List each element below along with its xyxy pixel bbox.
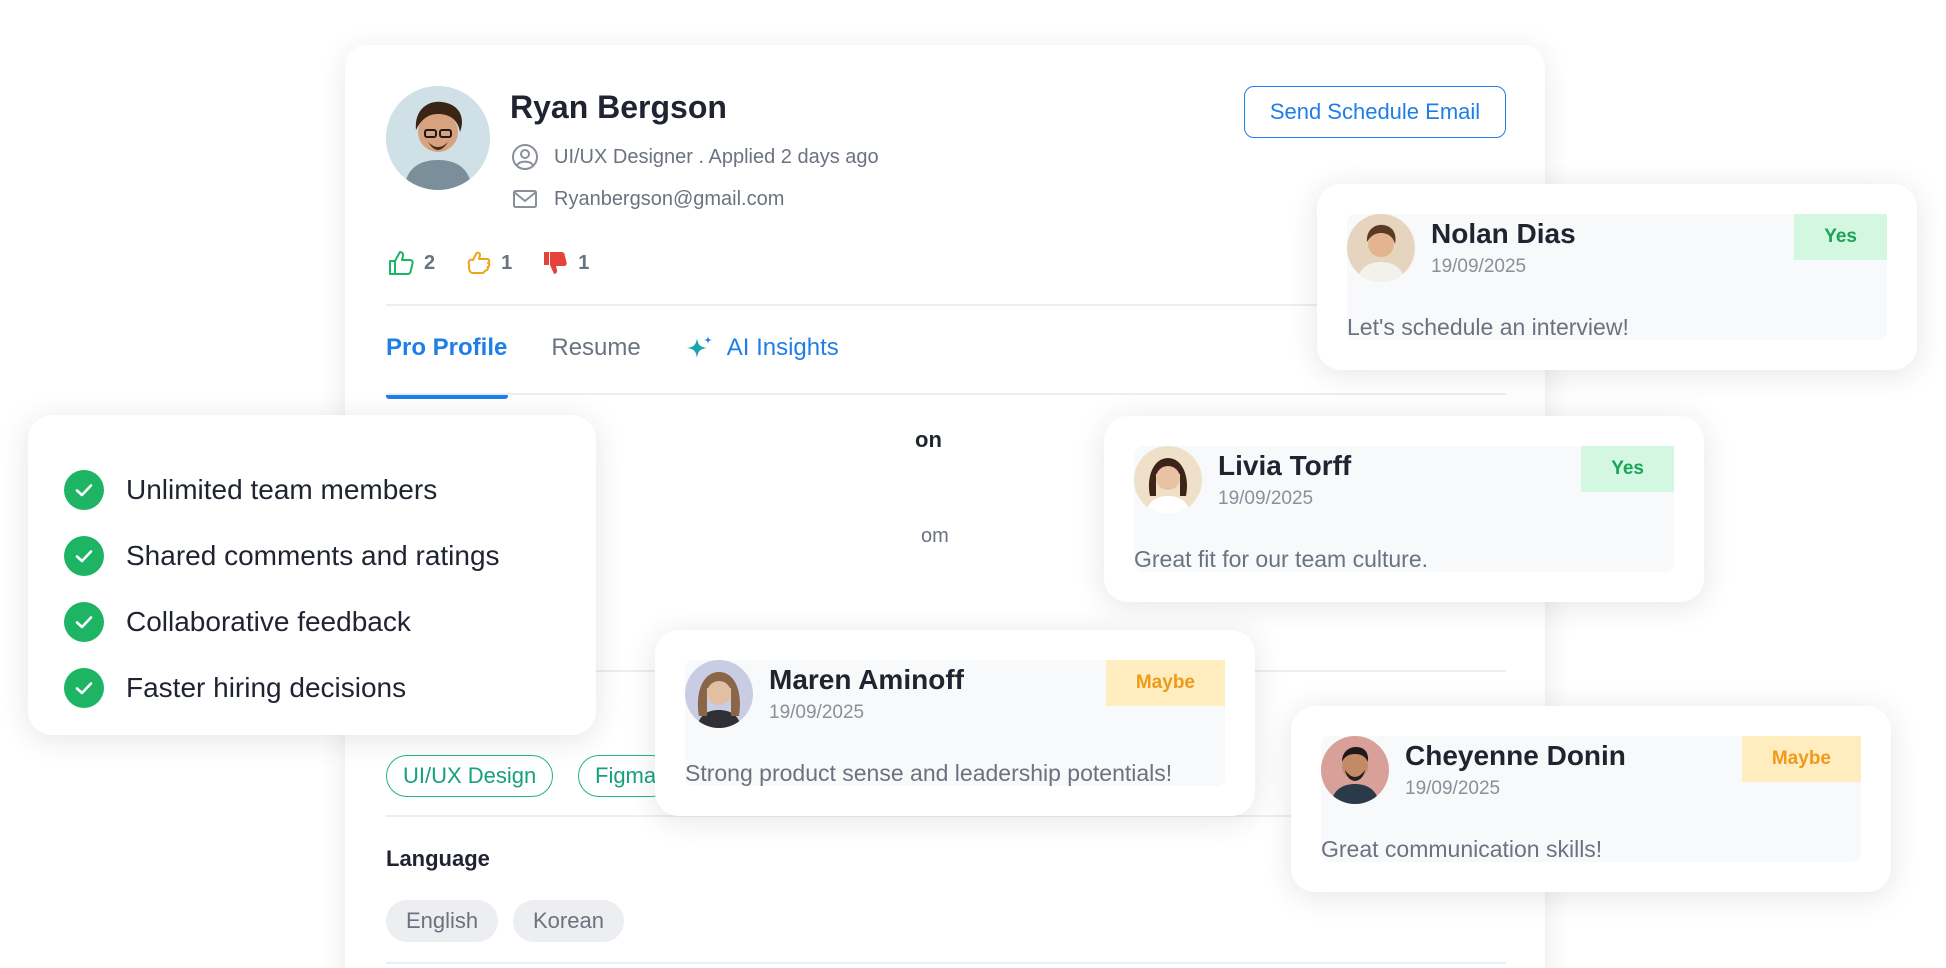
feedback-content: Cheyenne Donin 19/09/2025 Maybe Great co… [1321,736,1861,862]
status-badge: Maybe [1105,660,1225,706]
check-circle-icon [64,470,104,510]
candidate-name: Ryan Bergson [510,89,727,125]
reviewer-name: Maren Aminoff [769,664,964,695]
feedback-card: Nolan Dias 19/09/2025 Yes Let's schedule… [1317,184,1917,370]
feature-label: Faster hiring decisions [126,672,407,703]
sparkle-icon [686,336,712,358]
thumbs-down-vote[interactable]: 1 [540,248,589,278]
send-schedule-email-button[interactable]: Send Schedule Email [1244,86,1506,138]
feedback-content: Nolan Dias 19/09/2025 Yes Let's schedule… [1347,214,1887,340]
status-badge: Yes [1581,446,1674,492]
feature-item: Faster hiring decisions [64,655,560,721]
feature-item: Collaborative feedback [64,589,560,655]
language-divider [386,962,1506,964]
review-comment: Let's schedule an interview! [1347,314,1629,340]
review-date: 19/09/2025 [769,702,865,723]
feature-item: Shared comments and ratings [64,523,560,589]
reviewer-name: Cheyenne Donin [1405,740,1626,771]
feedback-content: Maren Aminoff 19/09/2025 Maybe Strong pr… [685,660,1225,786]
reviewer-name: Livia Torff [1218,450,1352,481]
tab-ai-insights[interactable]: AI Insights [685,333,839,363]
thumbs-up-count: 2 [424,251,436,274]
reviewer-name: Nolan Dias [1431,218,1576,249]
candidate-role-row: UI/UX Designer . Applied 2 days ago [510,142,879,172]
review-date: 19/09/2025 [1405,778,1501,799]
candidate-email[interactable]: Ryanbergson@gmail.com [554,188,784,211]
reviewer-avatar [1134,446,1202,514]
status-badge: Maybe [1741,736,1861,782]
feedback-card: Maren Aminoff 19/09/2025 Maybe Strong pr… [655,630,1255,816]
vote-summary: 2 1 1 [386,248,589,278]
candidate-role: UI/UX Designer . Applied 2 days ago [554,145,879,168]
thumbs-up-icon [389,251,414,275]
ai-insights-label: AI Insights [726,334,839,361]
reviewer-avatar [685,660,753,728]
thumbs-down-count: 1 [578,251,590,274]
contact-email-partial: om [921,525,949,547]
feedback-content: Livia Torff 19/09/2025 Yes Great fit for… [1134,446,1674,572]
mail-icon [513,190,537,208]
tab-resume[interactable]: Resume [551,334,640,362]
review-date: 19/09/2025 [1218,488,1314,509]
check-circle-icon [64,536,104,576]
feedback-card: Livia Torff 19/09/2025 Yes Great fit for… [1104,416,1704,602]
check-circle-icon [64,602,104,642]
candidate-email-row: Ryanbergson@gmail.com [510,184,784,214]
maybe-vote[interactable]: 1 [463,248,512,278]
maybe-count: 1 [501,251,513,274]
status-badge: Yes [1794,214,1887,260]
review-date: 19/09/2025 [1431,256,1527,277]
tabs-divider [386,393,1506,395]
feedback-card: Cheyenne Donin 19/09/2025 Maybe Great co… [1291,706,1891,892]
reviewer-avatar [1347,214,1415,282]
feature-label: Shared comments and ratings [126,540,500,571]
review-comment: Great communication skills! [1321,836,1603,862]
user-circle-icon [512,144,538,170]
candidate-avatar [386,86,490,190]
language-chip: English [386,900,499,942]
check-circle-icon [64,668,104,708]
feature-item: Unlimited team members [64,457,560,523]
feature-label: Collaborative feedback [126,606,411,637]
hand-maybe-icon [467,251,491,274]
review-comment: Great fit for our team culture. [1134,546,1429,572]
thumbs-down-icon [544,252,567,274]
review-comment: Strong product sense and leadership pote… [685,760,1173,786]
language-chip: Korean [513,900,624,942]
feature-label: Unlimited team members [126,474,438,505]
section-heading-partial: on [915,427,942,452]
language-section-title: Language [386,846,490,871]
skill-chip: UI/UX Design [386,755,554,797]
thumbs-up-vote[interactable]: 2 [386,248,435,278]
tab-pro-profile[interactable]: Pro Profile [386,334,509,399]
profile-tabs: Pro Profile Resume AI Insights [386,333,839,399]
reviewer-avatar [1321,736,1389,804]
feature-list-card: Unlimited team members Shared comments a… [28,415,596,735]
